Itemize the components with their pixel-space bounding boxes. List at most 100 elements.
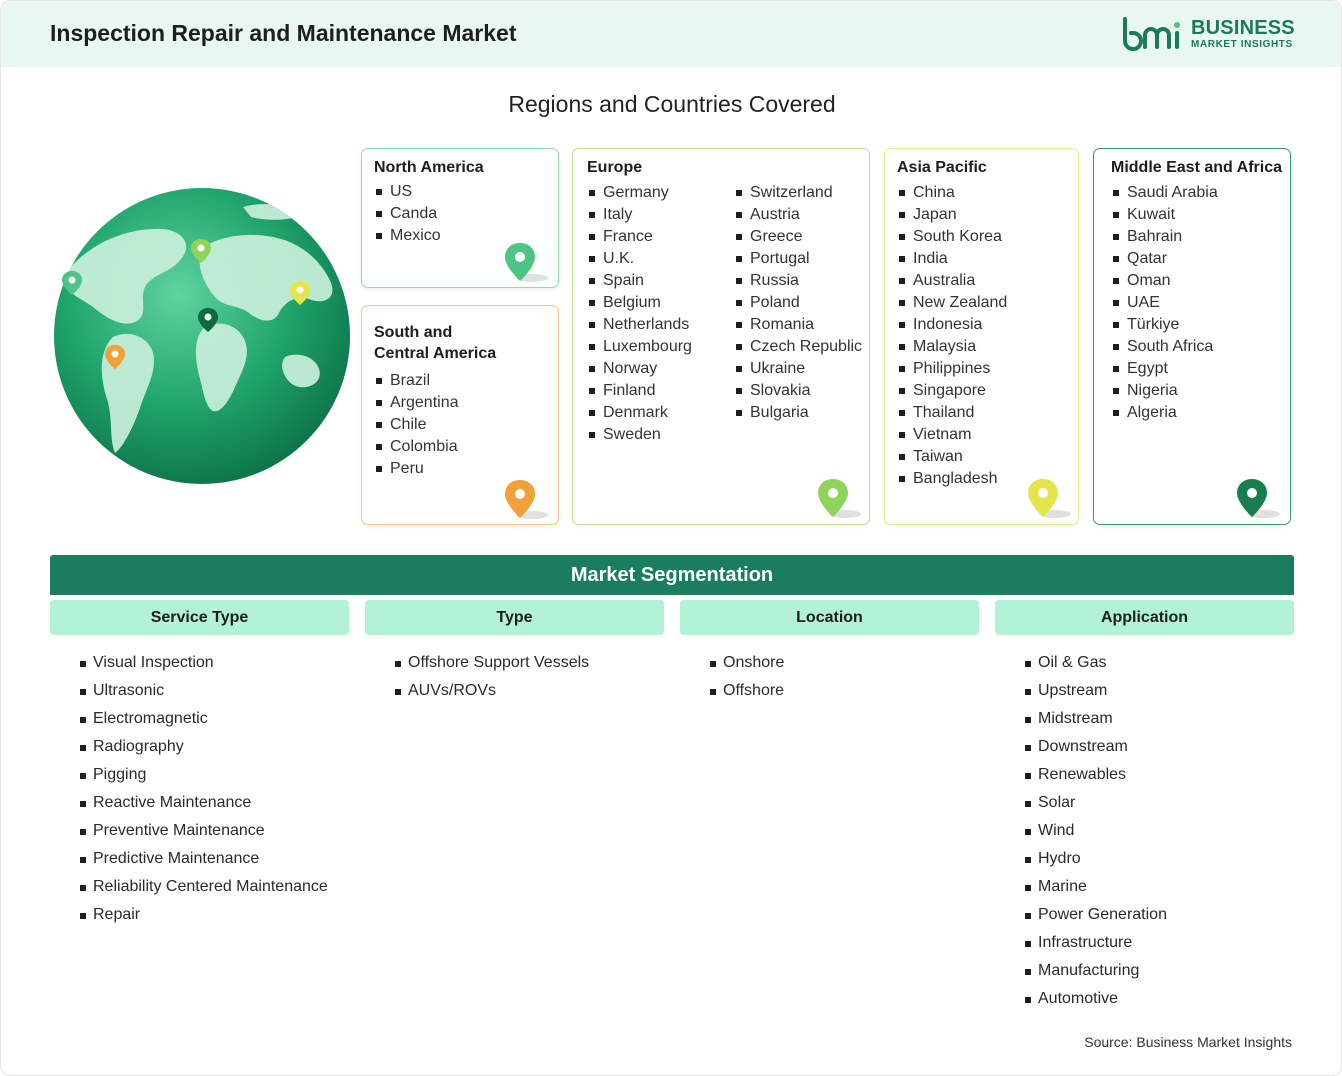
card-south-america: South and Central America Brazil Argenti… [361,305,559,525]
list-item: Preventive Maintenance [79,817,328,845]
list-item: Saudi Arabia [1111,182,1218,204]
card-title-asia-pacific: Asia Pacific [897,159,987,176]
card-title-line-1: South and [374,324,453,341]
map-pin-icon [1237,479,1280,518]
list-item: Manufacturing [1024,957,1167,985]
list-item: Norway [587,358,692,380]
card-europe: Europe Germany Italy France U.K. Spain B… [572,148,870,525]
segment-list-location: Onshore Offshore [709,649,784,705]
page-frame: Inspection Repair and Maintenance Market… [0,0,1342,1076]
logo-text-business: BUSINESS [1191,17,1295,39]
list-item: Türkiye [1111,314,1218,336]
list-item: Czech Republic [734,336,862,358]
header-bar: Inspection Repair and Maintenance Market… [1,1,1341,67]
list-item: Renewables [1024,761,1167,789]
map-pin-icon [505,480,548,519]
list-item: Marine [1024,873,1167,901]
list-item: Austria [734,204,862,226]
list-item: Netherlands [587,314,692,336]
list-item: Greece [734,226,862,248]
list-item: Offshore [709,677,784,705]
list-item: U.K. [587,248,692,270]
list-item: Argentina [374,392,459,414]
list-item: Offshore Support Vessels [394,649,589,677]
card-title-south-america: South and Central America [374,322,496,364]
map-pin-icon [1028,479,1071,518]
map-pin-icon [505,243,548,282]
list-item: Mexico [374,225,441,247]
regions-title: Regions and Countries Covered [508,91,836,117]
list-item: Malaysia [897,336,1007,358]
list-item: Oil & Gas [1024,649,1167,677]
card-title-europe: Europe [587,159,643,176]
list-item: Egypt [1111,358,1218,380]
list-item: Radiography [79,733,328,761]
list-item: Ultrasonic [79,677,328,705]
list-item: Pigging [79,761,328,789]
list-item: Downstream [1024,733,1167,761]
list-item: Russia [734,270,862,292]
list-item: Bulgaria [734,402,862,424]
list-item: Upstream [1024,677,1167,705]
card-middle-east-africa: Middle East and Africa Saudi Arabia Kuwa… [1093,148,1291,525]
list-item: Japan [897,204,1007,226]
list-item: Thailand [897,402,1007,424]
list-item: Algeria [1111,402,1218,424]
list-item: Slovakia [734,380,862,402]
list-item: Predictive Maintenance [79,845,328,873]
list-item: Vietnam [897,424,1007,446]
list-item: Chile [374,414,459,436]
list-item: AUVs/ROVs [394,677,589,705]
list-item: Colombia [374,436,459,458]
list-item: Peru [374,458,459,480]
list-item: Visual Inspection [79,649,328,677]
list-item: France [587,226,692,248]
segment-header-service-type: Service Type [50,600,349,635]
list-item: Reactive Maintenance [79,789,328,817]
list-item: Spain [587,270,692,292]
list-item: India [897,248,1007,270]
list-item: Onshore [709,649,784,677]
segment-list-application: Oil & Gas Upstream Midstream Downstream … [1024,649,1167,1013]
list-item: Philippines [897,358,1007,380]
list-item: Germany [587,182,692,204]
list-item: Automotive [1024,985,1167,1013]
list-item: Hydro [1024,845,1167,873]
list-item: US [374,181,441,203]
segment-list-type: Offshore Support Vessels AUVs/ROVs [394,649,589,705]
list-item: Poland [734,292,862,314]
bmi-logo-icon [1123,17,1180,51]
list-item: Italy [587,204,692,226]
list-europe-col1: Germany Italy France U.K. Spain Belgium … [587,182,692,446]
list-item: Reliability Centered Maintenance [79,873,328,901]
list-item: Switzerland [734,182,862,204]
list-item: Wind [1024,817,1167,845]
segment-list-service-type: Visual Inspection Ultrasonic Electromagn… [79,649,328,929]
list-item: Luxembourg [587,336,692,358]
logo-text-market-insights: MARKET INSIGHTS [1191,39,1293,50]
card-north-america: North America US Canda Mexico [361,148,559,288]
map-pin-icon [818,479,861,518]
list-asia-pacific: China Japan South Korea India Australia … [897,182,1007,490]
segment-header-application: Application [995,600,1294,635]
card-title-north-america: North America [374,159,484,176]
list-europe-col2: Switzerland Austria Greece Portugal Russ… [734,182,862,424]
card-title-middle-east-africa: Middle East and Africa [1111,159,1282,176]
card-title-line-2: Central America [374,345,497,362]
list-item: Bangladesh [897,468,1007,490]
list-item: UAE [1111,292,1218,314]
list-item: Sweden [587,424,692,446]
list-item: Portugal [734,248,862,270]
page-title: Inspection Repair and Maintenance Market [50,20,517,46]
list-item: Indonesia [897,314,1007,336]
globe-icon [54,188,350,484]
list-north-america: US Canda Mexico [374,181,441,247]
list-item: Taiwan [897,446,1007,468]
card-asia-pacific: Asia Pacific China Japan South Korea Ind… [884,148,1079,525]
brand-logo: BUSINESS MARKET INSIGHTS [1121,15,1301,55]
list-item: Nigeria [1111,380,1218,402]
list-item: Singapore [897,380,1007,402]
segmentation-title-bar: Market Segmentation [50,555,1294,595]
list-item: Canda [374,203,441,225]
list-item: Finland [587,380,692,402]
